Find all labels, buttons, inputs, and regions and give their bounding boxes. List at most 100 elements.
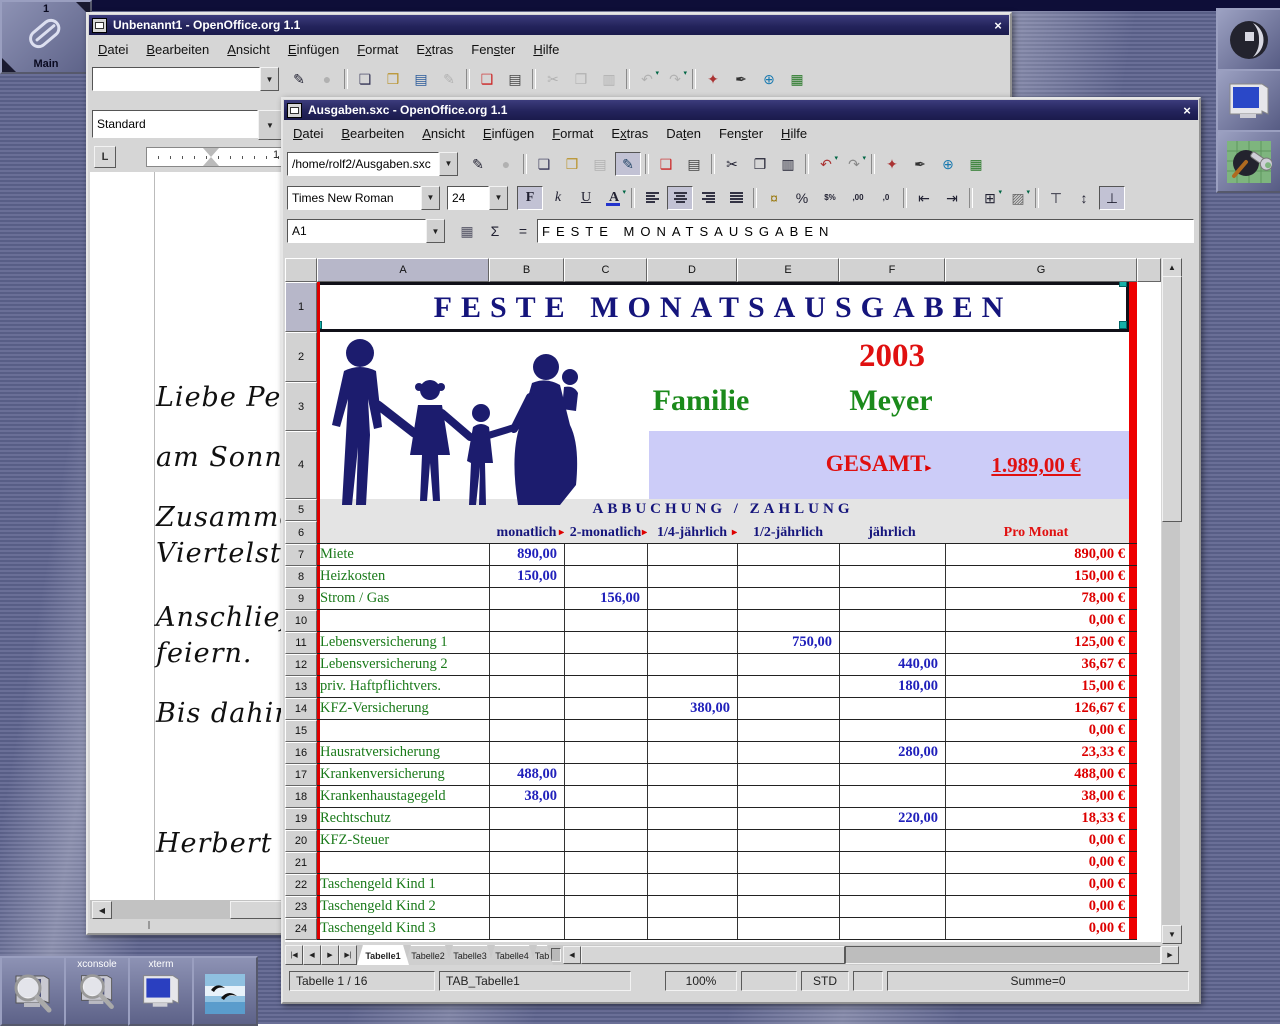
save-document-icon[interactable]: ▤ [587, 152, 613, 176]
cell-A11[interactable]: Lebensversicherung 1 [320, 632, 486, 653]
column-header-D[interactable]: D [647, 258, 737, 282]
cell-F12[interactable]: 440,00 [839, 654, 938, 675]
menu-extras[interactable]: Extras [407, 39, 462, 60]
row-header-10[interactable]: 10 [285, 610, 317, 632]
cell-reference-box[interactable]: A1 [287, 219, 426, 243]
edit-document-icon[interactable]: ✎ [286, 67, 312, 91]
cell-A14[interactable]: KFZ-Versicherung [320, 698, 486, 719]
standard-format-icon[interactable]: $% [817, 186, 843, 210]
cell-G7[interactable]: 890,00 € [945, 544, 1125, 565]
window-menu-icon[interactable] [92, 18, 107, 33]
cell-C9[interactable]: 156,00 [564, 588, 640, 609]
cell-G12[interactable]: 36,67 € [945, 654, 1125, 675]
cell-G22[interactable]: 0,00 € [945, 874, 1125, 895]
writer-titlebar[interactable]: Unbenannt1 - OpenOffice.org 1.1 × [89, 15, 1009, 35]
status-selection-mode[interactable]: STD [801, 971, 849, 991]
export-pdf-icon[interactable]: ❑ [474, 67, 500, 91]
pager-corner-handle[interactable] [2, 58, 16, 72]
column-header-E[interactable]: E [737, 258, 839, 282]
sheet-tab-tabelle4[interactable]: Tabelle4 [489, 945, 535, 965]
row-header-19[interactable]: 19 [285, 808, 317, 830]
cut-icon[interactable]: ✂ [540, 67, 566, 91]
tabstop-type-button[interactable]: L [94, 146, 116, 168]
cell-G23[interactable]: 0,00 € [945, 896, 1125, 917]
cell-G15[interactable]: 0,00 € [945, 720, 1125, 741]
scroll-up-arrow[interactable]: ▲ [1162, 258, 1182, 277]
row-header-7[interactable]: 7 [285, 544, 317, 566]
row-header-15[interactable]: 15 [285, 720, 317, 742]
cell-F16[interactable]: 280,00 [839, 742, 938, 763]
cell-A9[interactable]: Strom / Gas [320, 588, 486, 609]
cell-A17[interactable]: Krankenversicherung [320, 764, 486, 785]
gallery-icon[interactable]: ▦ [784, 67, 810, 91]
dock-button-openoffice[interactable] [192, 956, 258, 1026]
row-header-8[interactable]: 8 [285, 566, 317, 588]
dock-button-xconsole[interactable]: xconsole [64, 956, 130, 1026]
align-bottom-icon[interactable]: ⊥ [1099, 186, 1125, 210]
open-document-icon[interactable]: ❒ [559, 152, 585, 176]
cell-A23[interactable]: Taschengeld Kind 2 [320, 896, 486, 917]
function-icon[interactable]: = [510, 219, 536, 243]
cell-A15[interactable] [320, 720, 486, 741]
status-sum[interactable]: Summe=0 [887, 971, 1189, 991]
menu-format[interactable]: Format [348, 39, 407, 60]
export-pdf-icon[interactable]: ❑ [653, 152, 679, 176]
hyperlink-icon[interactable]: ⊕ [756, 67, 782, 91]
launcher-terminal[interactable] [1216, 69, 1280, 132]
menu-hilfe[interactable]: Hilfe [772, 123, 816, 144]
cell-B18[interactable]: 38,00 [489, 786, 557, 807]
menu-bearbeiten[interactable]: Bearbeiten [137, 39, 218, 60]
indent-marker[interactable] [203, 148, 219, 157]
cell-G17[interactable]: 488,00 € [945, 764, 1125, 785]
period-header-C[interactable]: 2-monatlich▸ [564, 522, 647, 543]
url-field[interactable]: /home/rolf2/Ausgaben.sxc [287, 152, 439, 176]
row-header-1[interactable]: 1 [285, 282, 317, 332]
formula-input-line[interactable]: FESTE MONATSAUSGABEN [537, 219, 1194, 243]
scroll-left-arrow[interactable]: ◀ [92, 901, 112, 919]
gallery-icon[interactable]: ▦ [963, 152, 989, 176]
cell-sheet-title[interactable]: FESTE MONATSAUSGABEN [320, 285, 1126, 330]
stylist-icon[interactable]: ✒ [728, 67, 754, 91]
menu-bearbeiten[interactable]: Bearbeiten [332, 123, 413, 144]
period-header-D[interactable]: 1/4-jährlich▸ [647, 522, 737, 543]
cell-G9[interactable]: 78,00 € [945, 588, 1125, 609]
column-header-corner[interactable] [285, 258, 317, 282]
window-menu-icon[interactable] [287, 103, 302, 118]
font-size-dropdown-arrow[interactable]: ▼ [489, 186, 508, 210]
menu-fenster[interactable]: Fenster [710, 123, 772, 144]
style-dropdown-arrow[interactable]: ▼ [258, 110, 282, 140]
row-header-21[interactable]: 21 [285, 852, 317, 874]
period-header-E[interactable]: 1/2-jährlich [737, 522, 839, 543]
underline-icon[interactable]: U [573, 186, 599, 210]
align-center-icon[interactable] [667, 186, 693, 210]
cell-total-label[interactable]: GESAMT▸ [825, 451, 931, 477]
sheet-tab-tabelle2[interactable]: Tabelle2 [405, 945, 451, 965]
menu-einfügen[interactable]: Einfügen [279, 39, 348, 60]
column-header-G[interactable]: G [945, 258, 1137, 282]
url-dropdown-arrow[interactable]: ▼ [439, 152, 458, 176]
cell-A22[interactable]: Taschengeld Kind 1 [320, 874, 486, 895]
navigator-icon[interactable]: ✦ [700, 67, 726, 91]
bold-icon[interactable]: F [517, 186, 543, 210]
row-header-22[interactable]: 22 [285, 874, 317, 896]
paste-icon[interactable]: ▥ [775, 152, 801, 176]
menu-extras[interactable]: Extras [602, 123, 657, 144]
cell-G21[interactable]: 0,00 € [945, 852, 1125, 873]
menu-daten[interactable]: Daten [657, 123, 710, 144]
cell-G18[interactable]: 38,00 € [945, 786, 1125, 807]
menu-einfügen[interactable]: Einfügen [474, 123, 543, 144]
status-insert-mode[interactable] [741, 971, 797, 991]
align-left-icon[interactable] [639, 186, 665, 210]
cell-A18[interactable]: Krankenhaustagegeld [320, 786, 486, 807]
stop-loading-icon[interactable]: ● [314, 67, 340, 91]
undo-icon[interactable]: ↶▾ [813, 152, 839, 176]
add-decimal-icon[interactable]: ,00 [845, 186, 871, 210]
close-button[interactable]: × [990, 17, 1006, 33]
row-header-20[interactable]: 20 [285, 830, 317, 852]
delete-decimal-icon[interactable]: ,0 [873, 186, 899, 210]
scroll-down-arrow[interactable]: ▼ [1162, 925, 1182, 944]
row-header-3[interactable]: 3 [285, 382, 317, 431]
navigator-icon[interactable]: ✦ [879, 152, 905, 176]
cell-G14[interactable]: 126,67 € [945, 698, 1125, 719]
menu-fenster[interactable]: Fenster [462, 39, 524, 60]
